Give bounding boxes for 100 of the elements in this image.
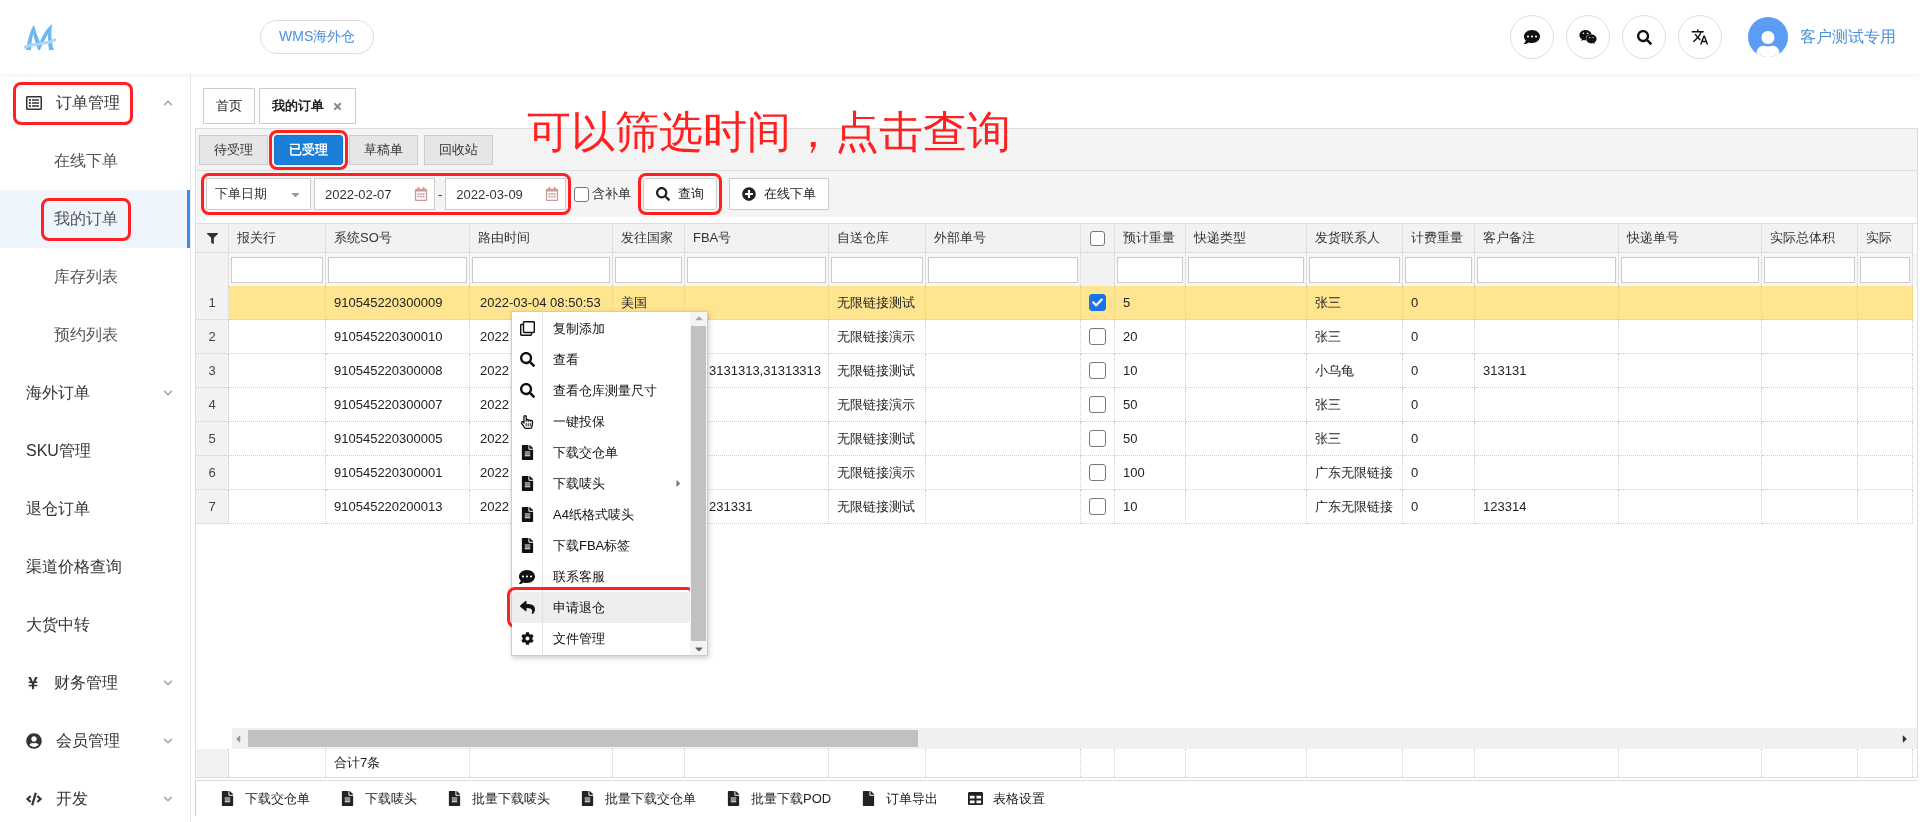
column-header[interactable]: 计费重量 bbox=[1403, 224, 1475, 253]
column-header[interactable]: 路由时间 bbox=[470, 224, 613, 253]
page-tab[interactable]: 首页 bbox=[203, 88, 255, 124]
column-header[interactable]: 报关行 bbox=[229, 224, 326, 253]
document-icon bbox=[519, 507, 535, 522]
document-icon bbox=[519, 476, 535, 491]
row-checkbox[interactable] bbox=[1089, 396, 1106, 413]
table-cell: 910545220200013 bbox=[326, 490, 470, 524]
toolbar-button[interactable]: 下载唛头 bbox=[340, 789, 417, 808]
hand-pointer-icon bbox=[520, 414, 534, 429]
column-header[interactable]: 快递类型 bbox=[1186, 224, 1307, 253]
column-header[interactable]: 自送仓库 bbox=[829, 224, 926, 253]
row-checkbox[interactable] bbox=[1089, 362, 1106, 379]
column-header[interactable]: FBA号 bbox=[685, 224, 829, 253]
toolbar-button[interactable]: 批量下载交仓单 bbox=[580, 789, 696, 808]
page-tab[interactable]: 我的订单 bbox=[259, 88, 356, 124]
table-cell: 无限链接测试 bbox=[829, 490, 926, 524]
column-header[interactable]: 实际总体积 bbox=[1762, 224, 1858, 253]
file-icon bbox=[861, 791, 877, 806]
column-filter-field[interactable] bbox=[1117, 256, 1183, 283]
chat-icon bbox=[519, 568, 535, 585]
column-filter-field[interactable] bbox=[831, 256, 923, 283]
column-header[interactable]: 客户备注 bbox=[1475, 224, 1619, 253]
total-count: 合计7条 bbox=[334, 754, 381, 772]
menu-scrollbar-thumb[interactable] bbox=[691, 326, 706, 641]
column-filter-field[interactable] bbox=[687, 256, 826, 283]
reply-icon bbox=[519, 600, 535, 615]
column-filter-field[interactable] bbox=[1860, 256, 1910, 283]
user-icon bbox=[1755, 31, 1781, 57]
column-filter-field[interactable] bbox=[1477, 256, 1616, 283]
row-checkbox[interactable] bbox=[1089, 498, 1106, 515]
column-header[interactable]: 系统SO号 bbox=[326, 224, 470, 253]
column-header[interactable]: 预计重量 bbox=[1115, 224, 1186, 253]
chevron-up-icon bbox=[163, 98, 173, 108]
column-header[interactable]: 快递单号 bbox=[1619, 224, 1762, 253]
translate-button[interactable] bbox=[1678, 15, 1722, 59]
column-filter-field[interactable] bbox=[1621, 256, 1759, 283]
status-tab[interactable]: 草稿单 bbox=[349, 134, 418, 165]
column-filter-field[interactable] bbox=[472, 256, 610, 283]
table-cell: 广东无限链接 bbox=[1307, 490, 1403, 524]
filter-icon[interactable] bbox=[206, 232, 218, 244]
column-filter-field[interactable] bbox=[615, 256, 682, 283]
calendar-icon bbox=[414, 187, 428, 201]
status-tab[interactable]: 回收站 bbox=[424, 134, 493, 165]
chevron-down-icon bbox=[163, 736, 173, 746]
column-filter-field[interactable] bbox=[1188, 256, 1304, 283]
wechat-icon bbox=[1579, 28, 1597, 46]
column-header[interactable]: 发往国家 bbox=[613, 224, 685, 253]
row-number[interactable]: 4 bbox=[196, 388, 229, 422]
column-header[interactable]: 发货联系人 bbox=[1307, 224, 1403, 253]
yen-icon bbox=[26, 676, 40, 690]
column-filter-field[interactable] bbox=[1405, 256, 1472, 283]
list-icon bbox=[26, 95, 42, 111]
date-separator: - bbox=[438, 186, 443, 202]
row-checkbox[interactable] bbox=[1089, 294, 1106, 311]
menu-item[interactable]: 文件管理 bbox=[512, 623, 690, 654]
column-filter-field[interactable] bbox=[328, 256, 467, 283]
scrollbar-track[interactable] bbox=[232, 728, 1917, 749]
select-all-checkbox[interactable] bbox=[1090, 230, 1105, 246]
calendar-icon bbox=[545, 187, 560, 201]
status-tab[interactable]: 待受理 bbox=[199, 134, 268, 165]
row-number[interactable]: 6 bbox=[196, 456, 229, 490]
chevron-down-icon bbox=[163, 388, 173, 398]
table-cell: 123314 bbox=[1475, 490, 1619, 524]
column-header[interactable]: 外部单号 bbox=[926, 224, 1081, 253]
supplement-checkbox[interactable]: 含补单 bbox=[574, 185, 632, 203]
wechat-button[interactable] bbox=[1566, 15, 1610, 59]
sidebar-item[interactable]: 我的订单 bbox=[0, 190, 190, 248]
search-button[interactable] bbox=[1622, 15, 1666, 59]
toolbar-button[interactable]: 表格设置 bbox=[968, 789, 1046, 808]
row-checkbox[interactable] bbox=[1089, 464, 1106, 481]
column-header[interactable]: 实际 bbox=[1858, 224, 1913, 253]
start-date-field[interactable]: 2022-02-07 bbox=[314, 178, 435, 210]
table-icon bbox=[968, 791, 984, 806]
row-number[interactable]: 7 bbox=[196, 490, 229, 524]
avatar-icon[interactable] bbox=[1748, 17, 1788, 57]
row-number[interactable]: 5 bbox=[196, 422, 229, 456]
scrollbar-thumb[interactable] bbox=[248, 730, 918, 747]
checkmark-icon bbox=[1092, 297, 1103, 308]
row-number[interactable]: 2 bbox=[196, 320, 229, 354]
column-filter-field[interactable] bbox=[928, 256, 1078, 283]
toolbar-button[interactable]: 批量下载POD bbox=[726, 789, 832, 808]
chevron-down-icon bbox=[163, 678, 173, 688]
toolbar-button[interactable]: 批量下载唛头 bbox=[447, 789, 550, 808]
annotation-text: 可以筛选时间，点击查询 bbox=[527, 106, 1011, 158]
end-date-field[interactable]: 2022-03-09 bbox=[445, 178, 567, 210]
table-cell: 张三 bbox=[1307, 286, 1403, 320]
close-icon[interactable] bbox=[332, 100, 343, 112]
toolbar-button[interactable]: 下载交仓单 bbox=[220, 789, 310, 808]
toolbar-button[interactable]: 订单导出 bbox=[861, 789, 939, 808]
row-checkbox[interactable] bbox=[1089, 328, 1106, 345]
create-order-button[interactable]: 在线下单 bbox=[729, 178, 830, 210]
row-checkbox[interactable] bbox=[1089, 430, 1106, 447]
row-number[interactable]: 3 bbox=[196, 354, 229, 388]
row-number[interactable]: 1 bbox=[196, 286, 229, 320]
date-type-select[interactable]: 下单日期 bbox=[206, 178, 311, 210]
column-filter-field[interactable] bbox=[1764, 256, 1855, 283]
column-filter-field[interactable] bbox=[231, 256, 323, 283]
column-filter-field[interactable] bbox=[1309, 256, 1400, 283]
chat-button[interactable] bbox=[1510, 15, 1554, 59]
